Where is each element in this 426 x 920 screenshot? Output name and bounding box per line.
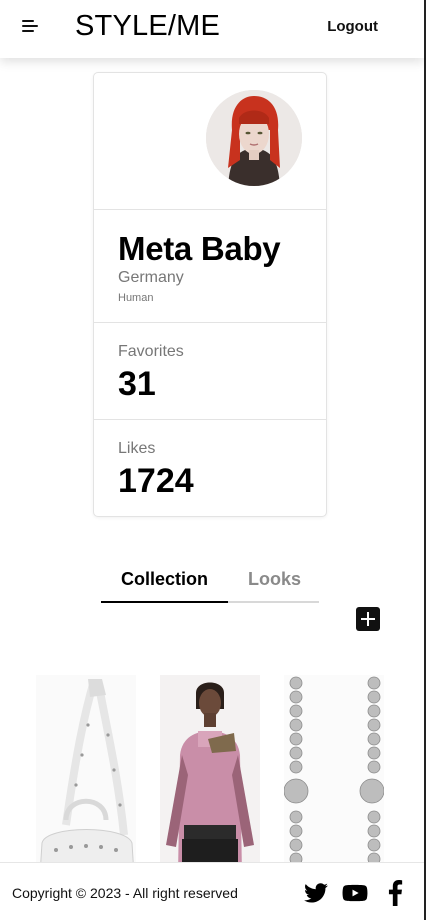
tab-collection[interactable]: Collection — [121, 569, 208, 590]
page-footer: Copyright © 2023 - All right reserved — [0, 862, 424, 920]
likes-label: Likes — [118, 440, 156, 457]
twitter-icon[interactable] — [303, 880, 329, 906]
avatar-section — [94, 73, 326, 210]
profile-card: Meta Baby Germany Human Favorites 31 Lik… — [93, 72, 327, 517]
collection-tabs: Collection Looks — [101, 560, 319, 603]
collection-item-top[interactable] — [160, 675, 260, 875]
avatar — [206, 90, 302, 186]
profile-name: Meta Baby — [118, 230, 281, 267]
collection-item-chain[interactable] — [284, 675, 384, 875]
add-item-button[interactable] — [356, 607, 380, 631]
brand-logo[interactable]: STYLE/ME — [75, 10, 220, 43]
likes-count: 1724 — [118, 462, 194, 500]
collection-item-handbag[interactable] — [36, 675, 136, 875]
active-tab-indicator — [101, 601, 228, 603]
favorites-label: Favorites — [118, 343, 184, 360]
youtube-icon[interactable] — [342, 880, 368, 906]
facebook-icon[interactable] — [386, 880, 404, 906]
tab-looks[interactable]: Looks — [248, 569, 301, 590]
top-header: STYLE/ME Logout — [0, 0, 424, 58]
profile-page: STYLE/ME Logout Meta Baby Germany Human … — [0, 0, 426, 920]
favorites-count: 31 — [118, 365, 156, 403]
profile-species: Human — [118, 292, 154, 304]
hamburger-menu-icon[interactable] — [22, 19, 40, 33]
likes-section: Likes 1724 — [94, 420, 326, 517]
favorites-section: Favorites 31 — [94, 323, 326, 420]
copyright-text: Copyright © 2023 - All right reserved — [12, 885, 238, 901]
profile-country: Germany — [118, 269, 184, 286]
logout-button[interactable]: Logout — [327, 18, 378, 35]
identity-section: Meta Baby Germany Human — [94, 210, 326, 323]
